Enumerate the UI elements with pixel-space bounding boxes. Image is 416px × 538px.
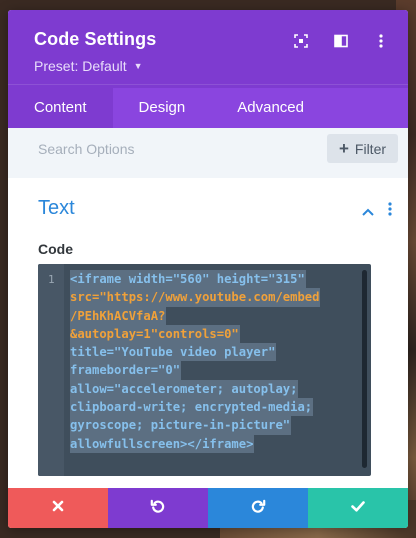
more-vertical-icon[interactable] bbox=[372, 32, 390, 50]
preset-dropdown[interactable]: Preset: Default ▼ bbox=[34, 58, 143, 74]
tab-content[interactable]: Content bbox=[8, 88, 113, 128]
code-text[interactable]: <iframe width="560" height="315" src="ht… bbox=[70, 270, 364, 453]
tab-bar: Content Design Advanced bbox=[8, 88, 408, 128]
caret-down-icon: ▼ bbox=[133, 61, 143, 71]
modal-footer bbox=[8, 488, 408, 528]
text-section: Text Code 1 <iframe width="560" height="… bbox=[8, 178, 408, 498]
code-field-label: Code bbox=[38, 241, 73, 257]
search-bar: Search Options + Filter bbox=[8, 128, 408, 170]
redo-button[interactable] bbox=[208, 488, 308, 528]
save-button[interactable] bbox=[308, 488, 408, 528]
redo-icon bbox=[250, 498, 266, 519]
cancel-icon bbox=[52, 499, 64, 517]
focus-icon[interactable] bbox=[292, 32, 310, 50]
save-icon bbox=[351, 499, 365, 517]
filter-button[interactable]: + Filter bbox=[327, 134, 398, 163]
editor-gutter bbox=[38, 264, 64, 476]
split-view-icon[interactable] bbox=[332, 32, 350, 50]
code-line: /PEhKhACVfaA? bbox=[70, 306, 167, 325]
undo-button[interactable] bbox=[108, 488, 208, 528]
undo-icon bbox=[150, 498, 166, 519]
options-area: Text Code 1 <iframe width="560" height="… bbox=[8, 170, 408, 498]
code-line: <iframe width="560" height="315" bbox=[70, 270, 306, 289]
plus-icon: + bbox=[338, 139, 349, 158]
section-more-icon[interactable] bbox=[388, 202, 392, 221]
code-line: allowfullscreen></iframe> bbox=[70, 434, 255, 453]
code-line: frameborder="0" bbox=[70, 361, 182, 380]
tab-advanced[interactable]: Advanced bbox=[211, 88, 330, 128]
tab-design[interactable]: Design bbox=[113, 88, 212, 128]
code-line: title="YouTube video player" bbox=[70, 343, 277, 362]
section-title[interactable]: Text bbox=[38, 197, 75, 220]
editor-scrollbar[interactable] bbox=[362, 270, 367, 468]
line-number: 1 bbox=[48, 273, 55, 286]
cancel-button[interactable] bbox=[8, 488, 108, 528]
header-divider bbox=[8, 84, 408, 85]
preset-label: Preset: Default bbox=[34, 58, 127, 74]
code-line: gyroscope; picture-in-picture" bbox=[70, 416, 292, 435]
code-line: src="https://www.youtube.com/embed bbox=[70, 288, 321, 307]
code-line: allow="accelerometer; autoplay; bbox=[70, 379, 299, 399]
chevron-up-icon[interactable] bbox=[362, 203, 374, 221]
code-settings-modal: Code Settings Preset: Default ▼ Content … bbox=[8, 10, 408, 528]
modal-header[interactable]: Code Settings Preset: Default ▼ bbox=[8, 10, 408, 88]
modal-title: Code Settings bbox=[34, 29, 157, 49]
filter-label: Filter bbox=[354, 140, 387, 157]
code-line: &autoplay=1"controls=0" bbox=[70, 324, 240, 344]
code-line: clipboard-write; encrypted-media; bbox=[70, 398, 314, 417]
search-input[interactable]: Search Options bbox=[38, 141, 135, 157]
code-editor[interactable]: 1 <iframe width="560" height="315" src="… bbox=[38, 264, 371, 476]
